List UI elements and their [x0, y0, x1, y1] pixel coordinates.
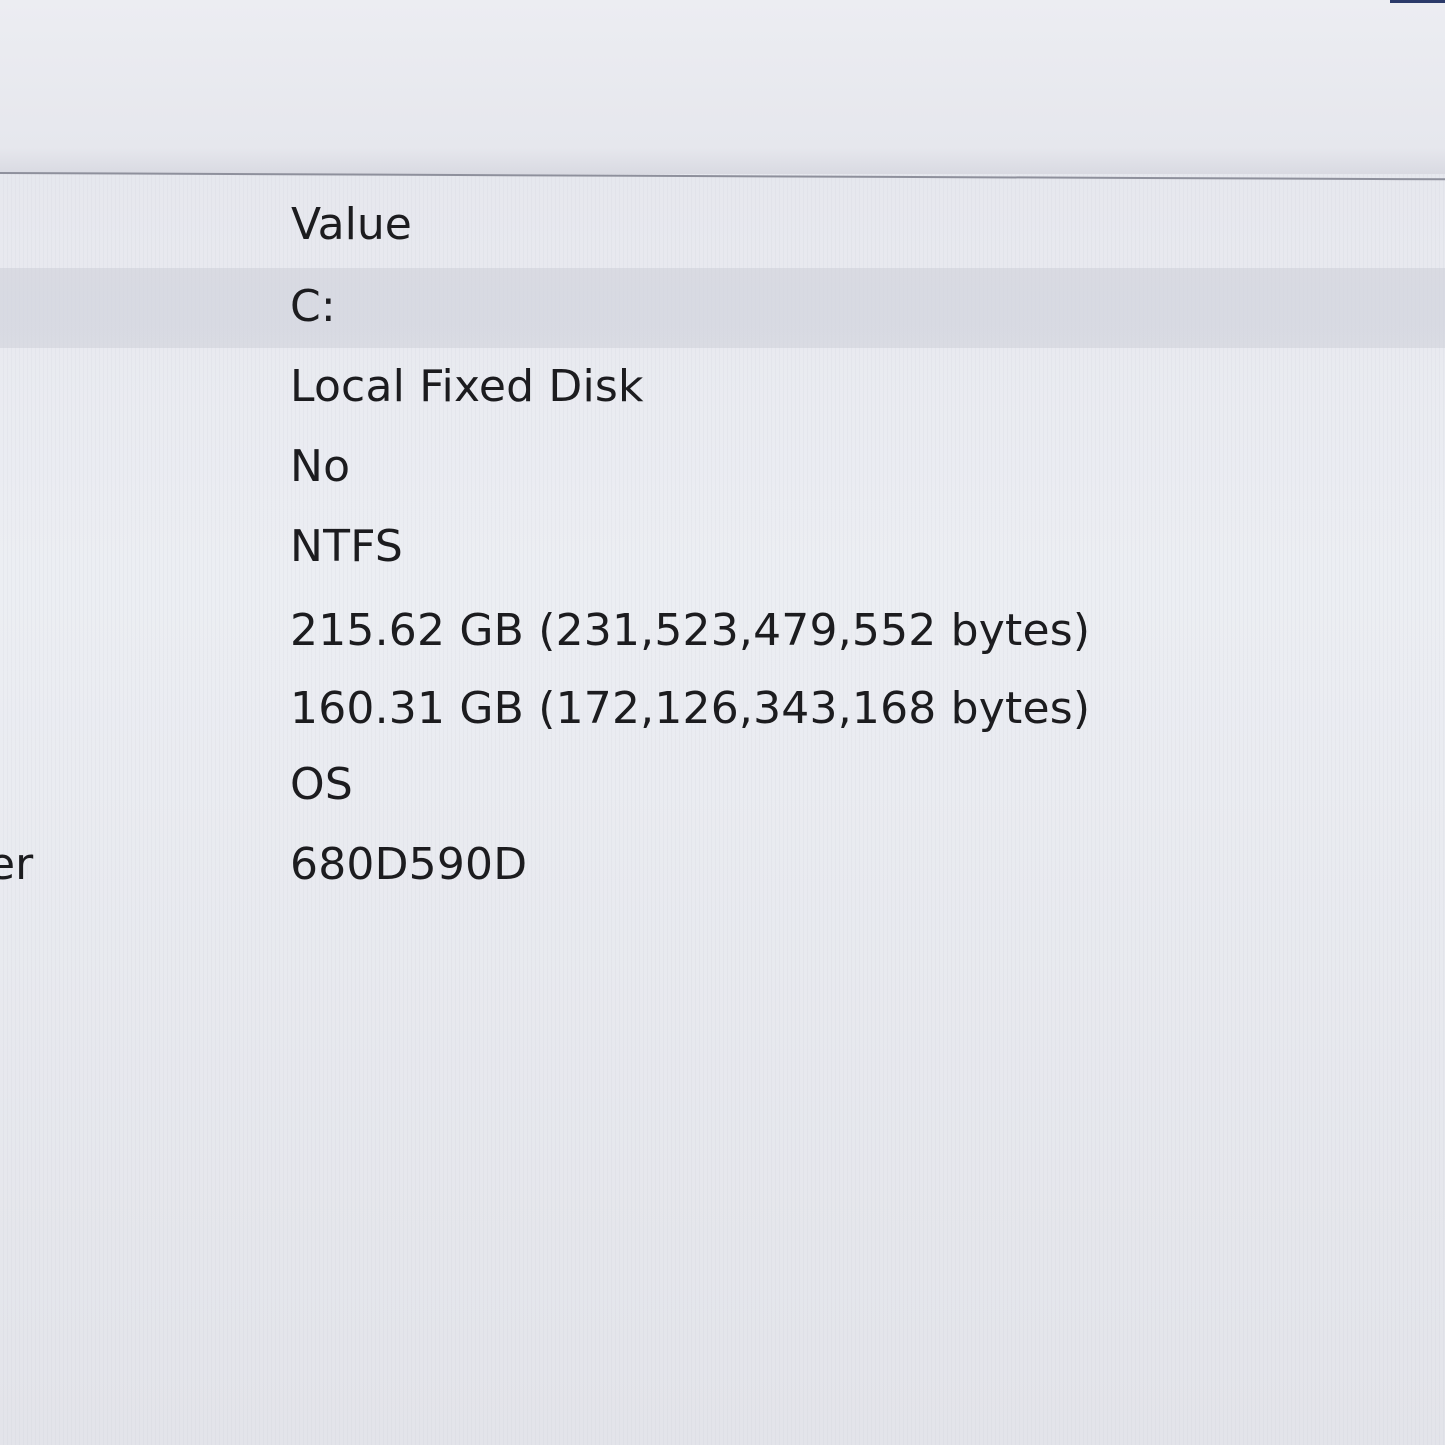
column-header-value[interactable]: Value [291, 200, 412, 250]
list-row-volume-name[interactable]: OS [0, 746, 1445, 826]
row-value: OS [290, 759, 353, 810]
list-row-free-space[interactable]: 160.31 GB (172,126,343,168 bytes) [0, 670, 1445, 750]
row-value: No [290, 441, 351, 492]
window-edge [1390, 0, 1445, 3]
list-row-description[interactable]: Local Fixed Disk [0, 348, 1445, 428]
row-value: Local Fixed Disk [290, 361, 644, 412]
system-information-window: Value C: Local Fixed Disk No NTFS 215.62… [0, 0, 1445, 1445]
list-row-file-system[interactable]: NTFS [0, 508, 1445, 588]
row-value: 215.62 GB (231,523,479,552 bytes) [290, 605, 1091, 656]
row-value: 160.31 GB (172,126,343,168 bytes) [290, 683, 1091, 734]
list-row-compressed[interactable]: No [0, 428, 1445, 508]
list-row-volume-serial-number[interactable]: er 680D590D [0, 826, 1445, 906]
row-value: NTFS [290, 521, 404, 572]
row-value: 680D590D [290, 839, 528, 890]
toolbar-area [0, 0, 1445, 174]
list-row-size[interactable]: 215.62 GB (231,523,479,552 bytes) [0, 592, 1445, 672]
list-row-drive[interactable]: C: [0, 268, 1445, 348]
row-label: er [0, 839, 34, 890]
row-value: C: [290, 281, 336, 332]
